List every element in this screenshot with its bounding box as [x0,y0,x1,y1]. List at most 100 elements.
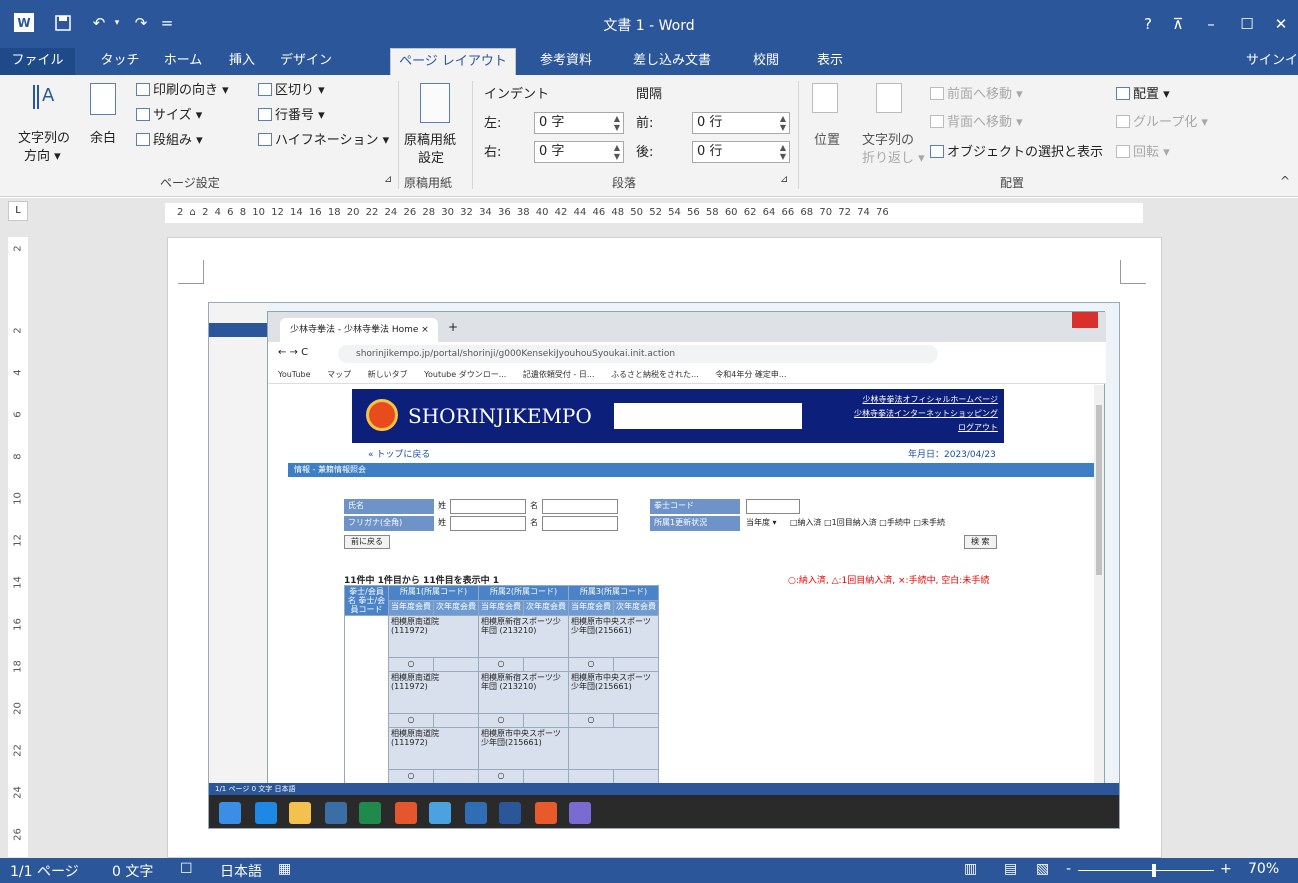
close-button[interactable]: ✕ [1266,12,1296,36]
columns-label: 段組み ▾ [153,133,203,148]
tab-view[interactable]: 表示 [810,48,850,75]
minimize-button[interactable]: – [1196,12,1226,36]
help-button[interactable]: ? [1133,12,1163,36]
embedded-panel-title: 情報 - 兼籍情報照会 [288,463,1096,477]
zoom-in-button[interactable]: + [1220,861,1232,877]
embedded-table-cell: 相模原市中央スポーツ少年団(215661) [568,615,659,658]
embedded-close-button [1072,312,1098,328]
table-row: 相模原南道院 (111972) 相模原新宿スポーツ少年団 (213210) 相模… [344,615,659,784]
embedded-back-link: « トップに戻る [368,450,431,460]
title-bar: W ↶ ▾ ↷ = 文書 1 - Word ? ⊼ – ☐ ✕ [0,0,1298,48]
tab-review[interactable]: 校閲 [746,48,786,75]
embedded-bookmark: 記遺依頼受付 - 日... [522,370,595,379]
crop-mark [1120,260,1146,284]
sign-in-link[interactable]: サインイ [1246,48,1298,75]
position-icon[interactable] [812,83,838,113]
word-count[interactable]: 0 文字 [112,861,153,881]
rotate-button[interactable]: 回転 ▾ [1116,145,1170,161]
ribbon-display-options-icon[interactable]: ⊼ [1163,12,1193,36]
print-layout-icon[interactable]: ▤ [1004,861,1017,877]
bring-forward-button[interactable]: 前面へ移動 ▾ [930,87,1023,103]
columns-button[interactable]: 段組み ▾ [136,133,203,149]
zoom-out-button[interactable]: - [1066,861,1071,877]
proofing-icon[interactable]: ☐ [180,861,193,877]
embedded-legend: ○:納入済, △:1回目納入済, ×:手続中, 空白:未手続 [788,576,990,586]
genko-settings-button[interactable]: 原稿用紙 [404,133,456,149]
tab-selector[interactable]: L [8,201,28,221]
embedded-banner-links: 少林寺拳法オフィシャルホームページ 少林寺拳法インターネットショッピング ログア… [854,393,998,435]
tab-home[interactable]: ホーム [158,48,208,75]
tab-touch[interactable]: タッチ [96,48,144,75]
genko-settings-button-2[interactable]: 設定 [418,151,444,167]
embedded-explorer-icon [289,802,311,824]
embedded-screenshot[interactable]: 少林寺拳法 - 少林寺拳法 Home × + ← → C shorinjikem… [208,302,1120,829]
web-layout-icon[interactable]: ▧ [1036,861,1049,877]
tab-page-layout[interactable]: ページ レイアウト [390,48,516,76]
horizontal-ruler[interactable]: 2 ⌂ 2 4 6 8 10 12 14 16 18 20 22 24 26 2… [165,203,1143,223]
page-count[interactable]: 1/1 ページ [10,861,79,881]
text-direction-button-2[interactable]: 方向 ▾ [24,149,61,165]
margins-button[interactable]: 余白 [90,131,116,147]
tab-references[interactable]: 参考資料 [528,48,604,75]
line-numbers-button[interactable]: 行番号 ▾ [258,108,325,124]
vruler-mark: 10 [12,492,24,505]
group-button[interactable]: グループ化 ▾ [1116,115,1208,131]
tab-file[interactable]: ファイル [0,48,75,75]
paragraph-launcher-icon[interactable]: ⊿ [780,174,788,185]
wrap-text-icon[interactable] [876,83,902,113]
orientation-button[interactable]: 印刷の向き ▾ [136,83,229,99]
margins-icon[interactable] [90,83,116,115]
language-indicator[interactable]: 日本語 [220,861,262,881]
selection-pane-label: オブジェクトの選択と表示 [947,145,1104,160]
zoom-slider-thumb[interactable] [1152,864,1156,877]
group-icon [1116,115,1130,128]
maximize-button[interactable]: ☐ [1232,12,1262,36]
zoom-slider[interactable] [1078,870,1214,871]
collapse-ribbon-icon[interactable]: ^ [1280,174,1290,188]
indent-left-spinner[interactable]: 0 字 ▲ ▼ [534,112,624,134]
spacing-before-value: 0 行 [697,115,723,130]
embedded-word-icon [499,802,521,824]
position-button[interactable]: 位置 [814,133,840,149]
read-mode-icon[interactable]: ▥ [964,861,977,877]
breaks-button[interactable]: 区切り ▾ [258,83,325,99]
vertical-ruler[interactable]: 2 2 4 6 8 10 12 14 16 18 20 22 24 26 [8,237,28,857]
indent-left-label: 左: [484,116,502,131]
embedded-table-mark: ○ [388,769,434,784]
tab-mailings[interactable]: 差し込み文書 [622,48,722,75]
vruler-mark: 24 [12,786,24,799]
genko-settings-icon[interactable] [420,83,450,123]
size-button[interactable]: サイズ ▾ [136,108,202,124]
embedded-form-label: 拳士コード [650,499,740,514]
embedded-browser-nav: ← → C shorinjikempo.jp/portal/shorinji/g… [268,342,1106,366]
selection-pane-button[interactable]: オブジェクトの選択と表示 [930,145,1103,161]
page-setup-launcher-icon[interactable]: ⊿ [384,174,392,185]
embedded-bookmark: 新しいタブ [367,370,408,379]
align-button[interactable]: 配置 ▾ [1116,87,1170,103]
tab-insert[interactable]: 挿入 [222,48,262,75]
indent-right-spinner[interactable]: 0 字 ▲ ▼ [534,141,624,163]
spacing-after-spinner[interactable]: 0 行 ▲ ▼ [692,141,790,163]
embedded-table-cell: 相模原南道院 (111972) [388,727,479,770]
embedded-banner-link: ログアウト [958,423,998,432]
wrap-text-button[interactable]: 文字列の [862,133,914,149]
embedded-table-cell [613,713,659,728]
embedded-table-mark: ○ [478,713,524,728]
embedded-table-cell [433,657,479,672]
embedded-form-input [542,516,618,531]
text-direction-button[interactable]: 文字列の [18,131,70,147]
text-direction-icon[interactable]: A [30,81,56,111]
spinner-arrows-icon[interactable]: ▲ ▼ [614,143,620,161]
spinner-arrows-icon[interactable]: ▲ ▼ [614,114,620,132]
spinner-arrows-icon[interactable]: ▲ ▼ [780,143,786,161]
wrap-text-button-2[interactable]: 折り返し ▾ [862,151,925,167]
hyphenation-button[interactable]: ハイフネーション ▾ [258,133,389,149]
paragraph-group-label: 段落 [612,176,637,190]
spinner-arrows-icon[interactable]: ▲ ▼ [780,114,786,132]
zoom-level[interactable]: 70% [1248,861,1279,877]
tab-design[interactable]: デザイン [276,48,336,75]
embedded-form-label: 名 [530,501,538,510]
send-backward-button[interactable]: 背面へ移動 ▾ [930,115,1023,131]
spacing-before-spinner[interactable]: 0 行 ▲ ▼ [692,112,790,134]
macro-recording-icon[interactable]: ▦ [278,861,291,877]
